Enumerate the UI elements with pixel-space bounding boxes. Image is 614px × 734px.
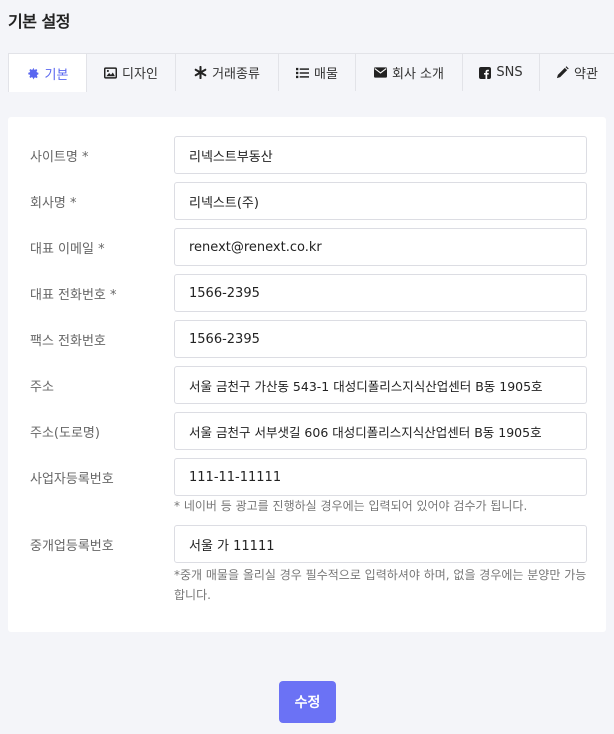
tab-terms[interactable]: 약관: [539, 53, 614, 91]
road-address-label: 주소(도로명): [30, 426, 100, 441]
site-name-label: 사이트명 *: [30, 150, 89, 165]
image-icon: [104, 66, 118, 79]
business-no-help: * 네이버 등 광고를 진행하실 경우에는 입력되어 있어야 검수가 됩니다.: [174, 499, 528, 513]
tab-transaction-types[interactable]: 거래종류: [175, 53, 279, 91]
asterisk-icon: [194, 66, 207, 79]
list-icon: [296, 67, 310, 79]
broker-no-help: *중개 매물을 올리실 경우 필수적으로 입력하셔야 하며, 없을 경우에는 분…: [174, 568, 587, 602]
tab-sns[interactable]: SNS: [462, 53, 540, 91]
pen-icon: [556, 66, 569, 79]
site-name-input[interactable]: [174, 136, 587, 174]
tab-label: 회사 소개: [392, 67, 444, 82]
address-label: 주소: [30, 380, 54, 395]
page-title: 기본 설정: [8, 12, 70, 31]
phone-input[interactable]: [174, 274, 587, 312]
tab-company-intro[interactable]: 회사 소개: [355, 53, 463, 91]
tab-label: SNS: [496, 65, 523, 80]
phone-label: 대표 전화번호 *: [30, 288, 117, 303]
tab-design[interactable]: 디자인: [86, 53, 176, 91]
broker-no-input[interactable]: [174, 525, 587, 563]
email-label: 대표 이메일 *: [30, 242, 105, 257]
tab-label: 약관: [574, 67, 598, 82]
envelope-icon: [374, 67, 387, 78]
tab-label: 디자인: [122, 67, 158, 82]
fax-input[interactable]: [174, 320, 587, 358]
submit-button[interactable]: 수정: [279, 681, 336, 723]
business-no-input[interactable]: [174, 458, 587, 496]
company-name-input[interactable]: [174, 182, 587, 220]
tab-basic[interactable]: 기본: [8, 53, 87, 92]
settings-form-card: 사이트명 * 회사명 * 대표 이메일 * 대표 전화번호 * 팩스 전화번호 …: [8, 117, 606, 632]
settings-tabs: 기본 디자인 거래종류 매물 회사 소개 SNS 약관: [8, 53, 614, 92]
facebook-icon: [479, 66, 492, 79]
tab-label: 거래종류: [212, 67, 260, 82]
company-name-label: 회사명 *: [30, 196, 77, 211]
tab-label: 기본: [44, 67, 69, 83]
tab-listings[interactable]: 매물: [278, 53, 356, 91]
gear-icon: [27, 67, 40, 80]
business-no-label: 사업자등록번호: [30, 472, 114, 487]
fax-label: 팩스 전화번호: [30, 334, 106, 349]
road-address-input[interactable]: [174, 412, 587, 450]
tab-label: 매물: [314, 67, 338, 82]
broker-no-label: 중개업등록번호: [30, 539, 114, 554]
address-input[interactable]: [174, 366, 587, 404]
email-input[interactable]: [174, 228, 587, 266]
